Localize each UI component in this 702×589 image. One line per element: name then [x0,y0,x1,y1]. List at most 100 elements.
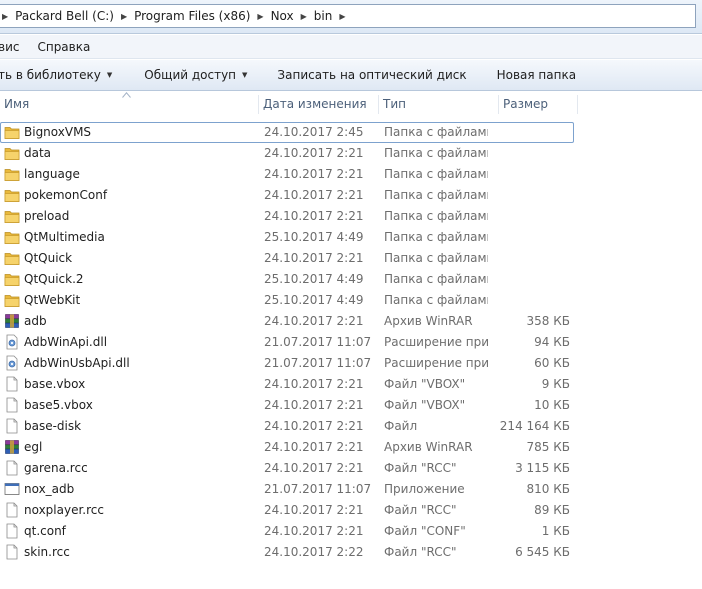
file-type: Папка с файлами [384,146,488,160]
column-name[interactable]: Имя [0,92,258,116]
file-name: AdbWinUsbApi.dll [24,356,130,370]
file-size [496,206,570,227]
column-date[interactable]: Дата изменения [259,92,378,116]
file-row[interactable]: adb 24.10.2017 2:21 Архив WinRAR 358 КБ [0,311,702,332]
add-to-library-label: ть в библиотеку [0,68,101,82]
column-type[interactable]: Тип [379,92,498,116]
breadcrumb-bin[interactable]: bin [310,9,337,23]
dropdown-arrow-icon: ▼ [242,71,248,79]
file-size [496,143,570,164]
file-row[interactable]: AdbWinUsbApi.dll 21.07.2017 11:07 Расширен… [0,353,702,374]
file-row[interactable]: skin.rcc 24.10.2017 2:22 Файл "RCC" 6 545 К… [0,542,702,563]
file-date: 24.10.2017 2:21 [264,377,364,391]
file-row[interactable]: base-disk 24.10.2017 2:21 Файл 214 164 КБ [0,416,702,437]
winrar-icon [4,439,20,455]
file-name: noxplayer.rcc [24,503,104,517]
file-row[interactable]: base.vbox 24.10.2017 2:21 Файл "VBOX" 9 КБ [0,374,702,395]
file-name: language [24,167,80,181]
file-row[interactable]: QtQuick.2 25.10.2017 4:49 Папка с файлами [0,269,702,290]
file-name: pokemonConf [24,188,108,202]
file-date: 21.07.2017 11:07 [264,335,372,349]
file-date: 25.10.2017 4:49 [264,272,364,286]
folder-icon [4,292,20,308]
file-type: Папка с файлами [384,125,488,139]
file-name: QtQuick.2 [24,272,84,286]
file-name: base5.vbox [24,398,93,412]
column-size[interactable]: Размер [499,92,577,116]
file-name: qt.conf [24,524,66,538]
folder-icon [4,229,20,245]
share-button[interactable]: Общий доступ ▼ [144,68,247,82]
file-size: 810 КБ [526,482,570,496]
breadcrumb-nox[interactable]: Nox [267,9,298,23]
new-folder-button[interactable]: Новая папка [497,68,576,82]
menu-service[interactable]: вис [0,40,25,54]
chevron-right-icon[interactable]: ▶ [0,12,11,21]
file-row[interactable]: noxplayer.rcc 24.10.2017 2:21 Файл "RCC" 89… [0,500,702,521]
file-row[interactable]: data 24.10.2017 2:21 Папка с файлами [0,143,702,164]
file-type: Папка с файлами [384,272,488,286]
file-row[interactable]: garena.rcc 24.10.2017 2:21 Файл "RCC" 3 115… [0,458,702,479]
file-icon [4,418,20,434]
file-size: 785 КБ [526,440,570,454]
menu-help[interactable]: Справка [31,40,96,54]
breadcrumb-program-files[interactable]: Program Files (x86) [130,9,254,23]
menu-bar: вис Справка [0,35,702,59]
file-size [496,122,570,143]
file-row[interactable]: preload 24.10.2017 2:21 Папка с файлами [0,206,702,227]
file-date: 24.10.2017 2:21 [264,146,364,160]
file-size [496,185,570,206]
chevron-right-icon[interactable]: ▶ [254,12,266,21]
file-row[interactable]: nox_adb 21.07.2017 11:07 Приложение 810 КБ [0,479,702,500]
file-row[interactable]: egl 24.10.2017 2:21 Архив WinRAR 785 КБ [0,437,702,458]
file-name: QtQuick [24,251,73,265]
file-row[interactable]: language 24.10.2017 2:21 Папка с файлами [0,164,702,185]
file-icon [4,502,20,518]
file-row[interactable]: qt.conf 24.10.2017 2:21 Файл "CONF" 1 КБ [0,521,702,542]
file-name: AdbWinApi.dll [24,335,108,349]
file-type: Папка с файлами [384,251,488,265]
file-name: garena.rcc [24,461,88,475]
burn-disc-button[interactable]: Записать на оптический диск [277,68,466,82]
dropdown-arrow-icon: ▼ [106,71,113,79]
file-name: skin.rcc [24,545,70,559]
chevron-right-icon[interactable]: ▶ [118,12,130,21]
file-icon [4,460,20,476]
column-divider[interactable] [577,95,578,114]
file-size [496,227,570,248]
file-type: Файл "RCC" [384,461,457,475]
file-row[interactable]: AdbWinApi.dll 21.07.2017 11:07 Расширение … [0,332,702,353]
file-date: 24.10.2017 2:21 [264,440,364,454]
chevron-right-icon[interactable]: ▶ [336,12,348,21]
file-row[interactable]: QtWebKit 25.10.2017 4:49 Папка с файлами [0,290,702,311]
file-row[interactable]: QtQuick 24.10.2017 2:21 Папка с файлами [0,248,702,269]
file-icon [4,544,20,560]
file-row[interactable]: base5.vbox 24.10.2017 2:21 Файл "VBOX" 10 К… [0,395,702,416]
file-size: 10 КБ [534,398,570,412]
file-type: Папка с файлами [384,230,488,244]
file-row[interactable]: QtMultimedia 25.10.2017 4:49 Папка с файла… [0,227,702,248]
breadcrumb-drive[interactable]: Packard Bell (C:) [11,9,118,23]
file-row[interactable]: BignoxVMS 24.10.2017 2:45 Папка с файлами [0,122,702,143]
file-size: 6 545 КБ [515,545,570,559]
folder-icon [4,166,20,182]
folder-icon [4,124,20,140]
file-type: Файл [384,419,418,433]
file-size [496,248,570,269]
add-to-library-button[interactable]: ть в библиотеку ▼ [0,68,112,82]
file-type: Приложение [384,482,465,496]
file-date: 25.10.2017 4:49 [264,293,364,307]
folder-icon [4,187,20,203]
file-date: 24.10.2017 2:21 [264,314,364,328]
file-type: Архив WinRAR [384,314,473,328]
file-row[interactable]: pokemonConf 24.10.2017 2:21 Папка с файлам… [0,185,702,206]
file-type: Файл "CONF" [384,524,466,538]
file-date: 24.10.2017 2:21 [264,419,364,433]
chevron-right-icon[interactable]: ▶ [298,12,310,21]
file-date: 24.10.2017 2:21 [264,461,364,475]
file-icon [4,376,20,392]
breadcrumb[interactable]: ▶ Packard Bell (C:) ▶ Program Files (x86… [0,4,696,28]
file-size: 89 КБ [534,503,570,517]
file-name: data [24,146,52,160]
dll-icon [4,334,20,350]
